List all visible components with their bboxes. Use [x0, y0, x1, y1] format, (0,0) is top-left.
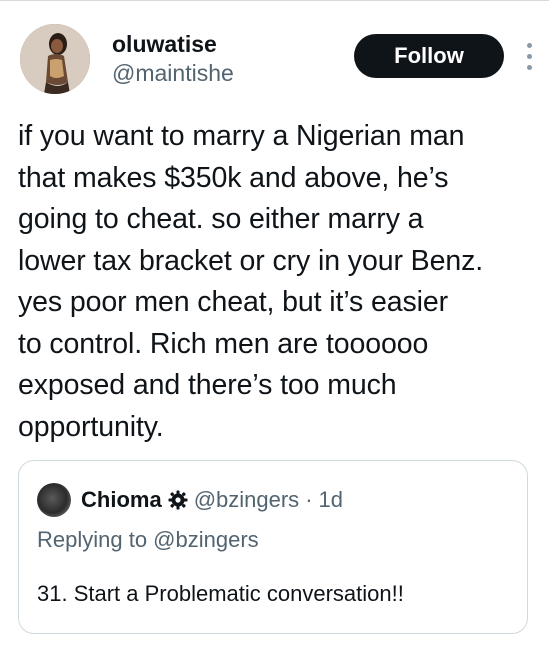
replying-to-label: Replying to @bzingers	[37, 527, 259, 552]
quoted-tweet-text: 31. Start a Problematic conversation!!	[37, 581, 404, 606]
quoted-author-handle: @bzingers	[193, 487, 300, 512]
tweet-text: if you want to marry a Nigerian man that…	[18, 120, 484, 443]
quoted-author-name: Chioma	[81, 487, 162, 512]
quoted-author-avatar	[37, 483, 71, 517]
more-dot	[526, 64, 532, 70]
top-divider	[0, 0, 549, 1]
more-dot	[526, 53, 532, 59]
more-dot	[526, 42, 532, 48]
author-handle[interactable]: @maintishe	[112, 58, 234, 88]
gear-badge-icon	[168, 490, 188, 510]
tweet-header: oluwatise @maintishe Follow	[20, 24, 540, 100]
profile-photo-icon	[20, 24, 90, 94]
quoted-separator: ·	[305, 487, 313, 512]
author-avatar[interactable]	[20, 24, 90, 94]
author-display-name[interactable]: oluwatise	[112, 30, 234, 58]
quoted-tweet-header: Chioma @bzingers · 1d	[37, 483, 343, 517]
author-name-block: oluwatise @maintishe	[112, 30, 234, 88]
follow-button[interactable]: Follow	[354, 34, 504, 78]
vertical-ellipsis-icon[interactable]	[518, 36, 540, 76]
quoted-timestamp: 1d	[318, 487, 343, 512]
quoted-tweet-card[interactable]: Chioma @bzingers · 1d Replying to @bzing…	[18, 460, 528, 634]
